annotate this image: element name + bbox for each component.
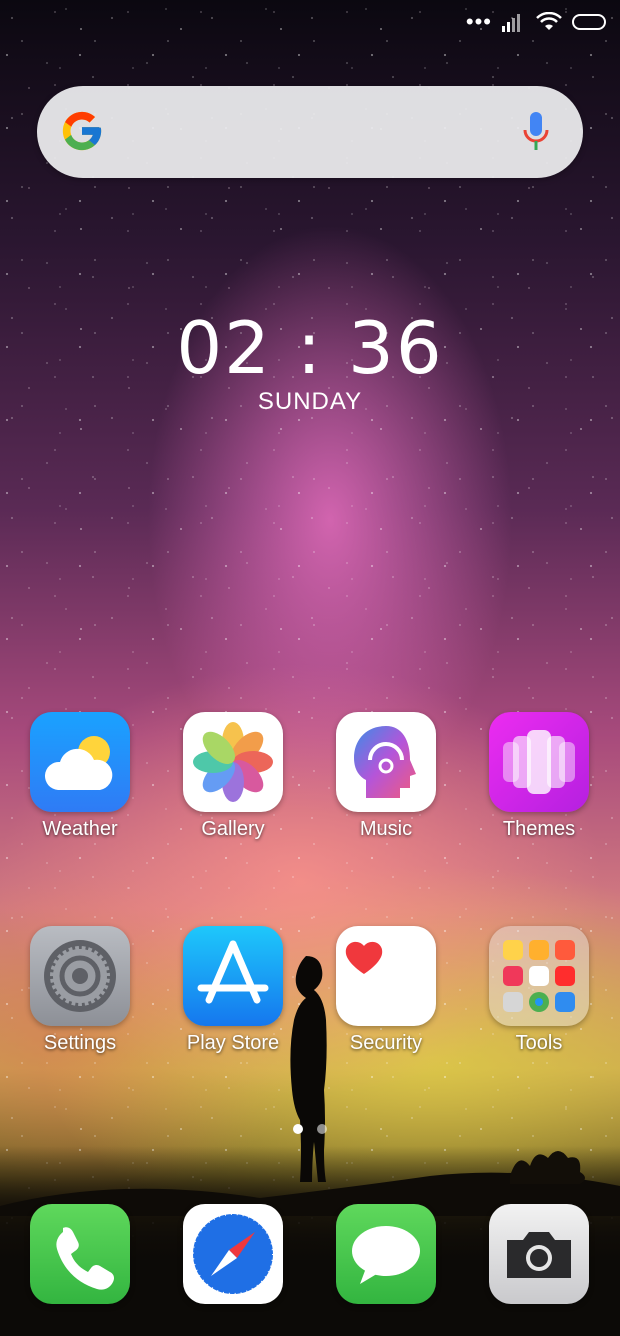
weather-icon [30,712,130,812]
app-label: Play Store [186,1032,280,1054]
app-play-store[interactable]: Play Store [168,926,298,1055]
app-music[interactable]: Music [321,712,451,841]
page-dot[interactable] [317,1124,327,1134]
battery-icon [572,14,606,30]
app-label: Security [349,1032,423,1054]
mic-icon[interactable] [523,112,549,152]
status-bar: ••• [465,9,606,34]
clock-day: SUNDAY [257,388,363,415]
tools-folder-icon [489,926,589,1026]
app-label: Themes [502,818,576,840]
messages-icon [336,1204,436,1304]
app-settings[interactable]: Settings [15,926,145,1055]
app-label: Settings [43,1032,117,1054]
app-gallery[interactable]: Gallery [168,712,298,841]
clock-time: 02 : 36 [176,306,444,390]
gallery-icon [183,712,283,812]
app-label: Gallery [201,818,265,840]
app-themes[interactable]: Themes [474,712,604,841]
more-dots-icon: ••• [465,9,492,34]
play-store-icon [183,926,283,1026]
dock-messages[interactable] [321,1204,451,1304]
phone-icon [30,1204,130,1304]
google-search-bar[interactable] [37,86,583,178]
page-indicator[interactable] [0,1124,620,1134]
security-icon [336,926,436,1026]
google-g-icon [62,111,102,151]
themes-icon [489,712,589,812]
app-tools-folder[interactable]: Tools [474,926,604,1055]
camera-icon [489,1204,589,1304]
dock-browser[interactable] [168,1204,298,1304]
dock-camera[interactable] [474,1204,604,1304]
app-weather[interactable]: Weather [15,712,145,841]
page-dot-active[interactable] [293,1124,303,1134]
signal-icon [502,14,520,32]
music-icon [336,712,436,812]
app-label: Tools [515,1032,563,1054]
compass-browser-icon [183,1204,283,1304]
app-label: Weather [42,818,118,840]
app-label: Music [359,818,413,840]
app-security[interactable]: Security [321,926,451,1055]
wifi-icon [536,12,562,30]
dock-phone[interactable] [15,1204,145,1304]
clock-widget[interactable]: 02 : 36 SUNDAY [0,308,620,416]
settings-icon [30,926,130,1026]
